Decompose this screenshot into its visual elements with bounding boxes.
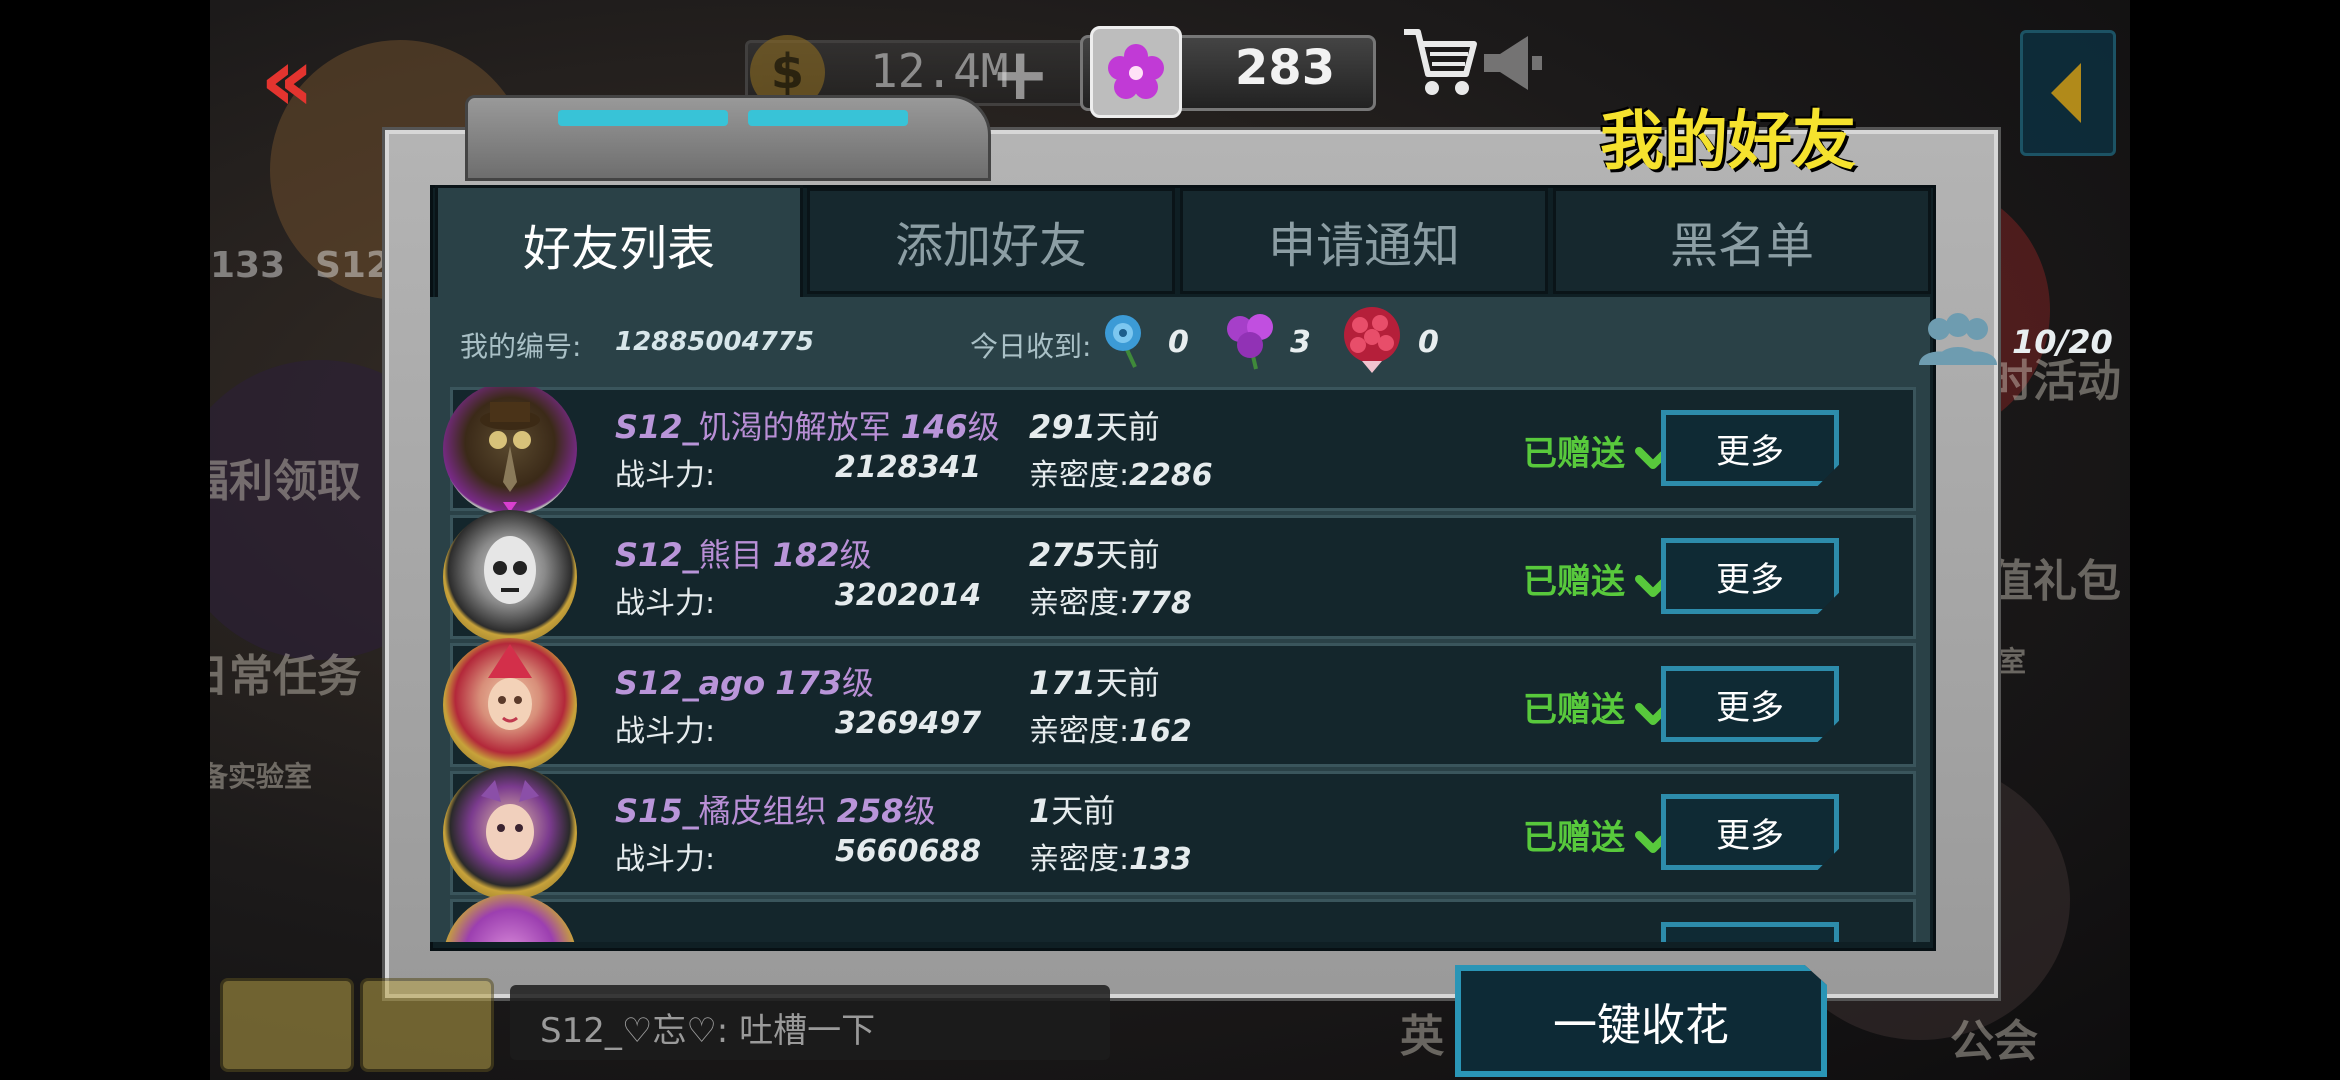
background-menu-item: 备实验室 <box>210 760 313 793</box>
collect-all-flowers-button[interactable]: 一键收花 <box>1455 965 1827 1077</box>
friend-name: S12_熊目 182级 <box>615 536 872 574</box>
power-value: 3269497 <box>835 706 982 741</box>
power-label: 战斗力: <box>615 586 716 621</box>
red-bouquet-count: 0 <box>1418 325 1439 360</box>
friend-row[interactable]: S15_橘皮组织 258级 战斗力: 5660688 1天前 亲密度:133 已… <box>443 766 1916 900</box>
coin-amount: 12.4M <box>870 44 1009 98</box>
friends-group-icon <box>1915 313 2001 373</box>
panel-title: 我的好友 <box>1600 105 1856 179</box>
red-bouquet-icon <box>1340 305 1404 379</box>
last-online: 275天前 <box>1029 536 1160 574</box>
last-online: 1天前 <box>1029 792 1116 830</box>
power-value: 3202014 <box>835 578 982 613</box>
tab-add-friend[interactable]: 添加好友 <box>807 188 1175 294</box>
friend-name: S12_饥渴的解放军 146级 <box>615 408 1000 446</box>
intimacy: 亲密度:778 <box>1029 586 1192 621</box>
background-menu-item: 日常任务 <box>210 651 361 702</box>
power-label: 战斗力: <box>615 714 716 749</box>
tab-blacklist[interactable]: 黑名单 <box>1553 188 1931 294</box>
back-button[interactable]: ‹‹ <box>260 36 314 124</box>
purple-roses-count: 3 <box>1290 325 1311 360</box>
intimacy: 亲密度:162 <box>1029 714 1192 749</box>
friend-avatar[interactable] <box>443 766 577 900</box>
background-menu-item: 公会 <box>1950 1016 2038 1067</box>
friend-row[interactable] <box>443 894 1916 942</box>
tab-friend-list[interactable]: 好友列表 <box>435 185 803 300</box>
received-today-label: 今日收到: <box>970 330 1092 363</box>
double-chevron-left-icon: ‹‹ <box>260 28 314 131</box>
purple-roses-icon <box>1220 309 1280 377</box>
background-menu-item: 福利领取 <box>210 456 361 507</box>
blue-rose-count: 0 <box>1168 325 1189 360</box>
friend-row[interactable]: S12_ago 173级 战斗力: 3269497 171天前 亲密度:162 … <box>443 638 1916 772</box>
friend-list[interactable]: S12_饥渴的解放军 146级 战斗力: 2128341 291天前 亲密度:2… <box>430 387 1930 942</box>
friend-avatar[interactable] <box>443 387 577 516</box>
intimacy: 亲密度:2286 <box>1029 458 1213 493</box>
megaphone-icon[interactable] <box>1478 28 1548 102</box>
panel-header-ornament <box>465 95 991 181</box>
mail-button[interactable] <box>360 978 494 1072</box>
friend-row[interactable]: S12_饥渴的解放军 146级 战斗力: 2128341 291天前 亲密度:2… <box>443 387 1916 516</box>
shop-cart-icon[interactable] <box>1400 22 1480 106</box>
more-button[interactable]: 更多 <box>1661 794 1839 870</box>
intimacy: 亲密度:133 <box>1029 842 1192 877</box>
background-level-badge: 133 <box>210 245 286 286</box>
more-button[interactable]: 更多 <box>1661 666 1839 742</box>
gem-amount: 283 <box>1234 40 1336 96</box>
friend-avatar[interactable] <box>443 894 577 942</box>
friend-avatar[interactable] <box>443 638 577 772</box>
add-coins-button[interactable]: + <box>990 32 1050 116</box>
friend-name: S12_ago 173级 <box>615 664 875 702</box>
power-label: 战斗力: <box>615 458 716 493</box>
friend-name: S15_橘皮组织 258级 <box>615 792 936 830</box>
flower-gem-icon <box>1090 26 1182 118</box>
background-server-badge: S12 <box>315 245 392 286</box>
more-button[interactable]: 更多 <box>1661 410 1839 486</box>
power-value: 5660688 <box>835 834 982 869</box>
last-online: 171天前 <box>1029 664 1160 702</box>
game-screen: 133 S12 福利领取 日常任务 备实验室 限时活动 超值礼包 验室 英 公会… <box>210 0 2130 1080</box>
chat-preview: S12_♡忘♡: 吐槽一下 <box>540 1011 876 1051</box>
friends-shortcut-button[interactable] <box>220 978 354 1072</box>
last-online: 291天前 <box>1029 408 1160 446</box>
my-id-label: 我的编号: <box>460 330 582 363</box>
friend-avatar[interactable] <box>443 510 577 644</box>
blue-rose-icon <box>1095 311 1151 375</box>
my-id-value: 12885004775 <box>615 327 814 357</box>
side-panel-toggle[interactable] <box>2020 30 2116 156</box>
info-row: 我的编号: 12885004775 今日收到: 0 3 0 10/20 <box>430 297 2113 387</box>
friends-count: 10/20 <box>2012 323 2113 361</box>
power-value: 2128341 <box>835 450 982 485</box>
friend-row[interactable]: S12_熊目 182级 战斗力: 3202014 275天前 亲密度:778 已… <box>443 510 1916 644</box>
more-button[interactable]: 更多 <box>1661 538 1839 614</box>
background-menu-item: 英 <box>1400 1011 1444 1062</box>
more-button[interactable] <box>1661 922 1839 942</box>
power-label: 战斗力: <box>615 842 716 877</box>
tab-requests[interactable]: 申请通知 <box>1180 188 1548 294</box>
